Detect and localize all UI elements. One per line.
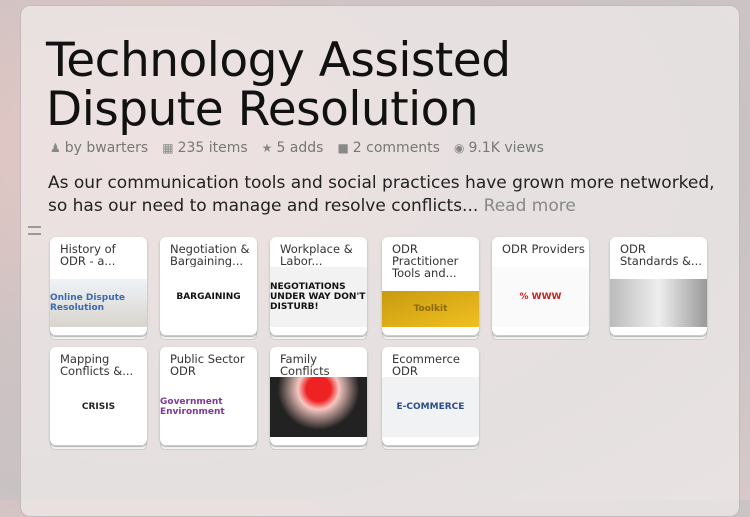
card-label: ODR Practitioner Tools and... [392, 242, 459, 280]
collection-card[interactable]: Mapping Conflicts &... CRISIS [50, 347, 147, 450]
read-more-link[interactable]: Read more [484, 196, 576, 216]
card-face: Family Conflicts [270, 347, 367, 445]
thumbnail-text: NEGOTIATIONS UNDER WAY DON'T DISTURB! [270, 282, 366, 312]
thumbnail-text: Toolkit [413, 304, 448, 314]
card-face: Negotiation & Bargaining... BARGAINING [160, 237, 257, 335]
card-thumbnail: E-COMMERCE [382, 377, 479, 437]
grid-icon: ▦ [162, 141, 174, 155]
collection-card[interactable]: Ecommerce ODR E-COMMERCE [382, 347, 479, 450]
collection-card[interactable]: ODR Providers % WWW [492, 237, 589, 340]
card-face: Ecommerce ODR E-COMMERCE [382, 347, 479, 445]
thumbnail-text: E-COMMERCE [396, 402, 465, 412]
card-label: Family Conflicts [280, 352, 330, 378]
star-icon: ★ [261, 141, 273, 155]
card-thumbnail: BARGAINING [160, 267, 257, 327]
card-face: ODR Standards &... [610, 237, 707, 335]
card-face: Public Sector ODR Government Environment [160, 347, 257, 445]
card-face: History of ODR - a... Online Dispute Res… [50, 237, 147, 335]
collection-card[interactable]: ODR Standards &... [610, 237, 707, 340]
card-face: Mapping Conflicts &... CRISIS [50, 347, 147, 445]
card-thumbnail: Online Dispute Resolution [50, 279, 147, 327]
card-label: ODR Providers [502, 242, 585, 256]
card-thumbnail: Government Environment [160, 377, 257, 437]
collection-meta: ♟ by bwarters ▦ 235 items ★ 5 adds ■ 2 comme… [50, 140, 544, 156]
card-label: Negotiation & Bargaining... [170, 242, 250, 268]
page-title: Technology Assisted Dispute Resolution [46, 36, 511, 134]
title-line-1: Technology Assisted [46, 33, 511, 88]
collection-card[interactable]: ODR Practitioner Tools and... Toolkit [382, 237, 479, 340]
author-link[interactable]: ♟ by bwarters [50, 140, 148, 156]
collection-card[interactable]: Public Sector ODR Government Environment [160, 347, 257, 450]
card-face: ODR Providers % WWW [492, 237, 589, 335]
views-count: ◉ 9.1K views [454, 140, 544, 156]
thumbnail-text: Online Dispute Resolution [50, 293, 126, 313]
card-label: Ecommerce ODR [392, 352, 460, 378]
card-label: Public Sector ODR [170, 352, 245, 378]
collection-card[interactable]: History of ODR - a... Online Dispute Res… [50, 237, 147, 340]
adds-count: ★ 5 adds [262, 140, 324, 156]
description-text: As our communication tools and social pr… [48, 173, 715, 216]
card-label: ODR Standards &... [620, 242, 702, 268]
items-count: ▦ 235 items [162, 140, 247, 156]
thumbnail-text: CRISIS [81, 402, 116, 412]
collection-card[interactable]: Negotiation & Bargaining... BARGAINING [160, 237, 257, 340]
card-face: ODR Practitioner Tools and... Toolkit [382, 237, 479, 335]
card-label: Mapping Conflicts &... [60, 352, 134, 378]
card-thumbnail: Toolkit [382, 291, 479, 327]
views-text: 9.1K views [468, 140, 544, 156]
card-thumbnail [270, 377, 367, 437]
comments-text: 2 comments [352, 140, 440, 156]
author-text: by bwarters [64, 140, 149, 156]
card-thumbnail: % WWW [492, 267, 589, 327]
collection-card[interactable]: Workplace & Labor... NEGOTIATIONS UNDER … [270, 237, 367, 340]
eye-icon: ◉ [453, 141, 465, 155]
thumbnail-text: % WWW [519, 292, 562, 302]
card-label: History of ODR - a... [60, 242, 116, 268]
adds-text: 5 adds [276, 140, 324, 156]
card-thumbnail: NEGOTIATIONS UNDER WAY DON'T DISTURB! [270, 267, 367, 327]
card-face: Workplace & Labor... NEGOTIATIONS UNDER … [270, 237, 367, 335]
card-label: Workplace & Labor... [280, 242, 353, 268]
card-thumbnail: CRISIS [50, 377, 147, 437]
items-text: 235 items [177, 140, 248, 156]
user-icon: ♟ [50, 141, 61, 155]
card-thumbnail [610, 279, 707, 327]
thumbnail-text: BARGAINING [176, 292, 241, 302]
thumbnail-text: Government Environment [160, 397, 225, 417]
collection-card[interactable]: Family Conflicts [270, 347, 367, 450]
comments-link[interactable]: ■ 2 comments [337, 140, 440, 156]
comment-icon: ■ [337, 141, 349, 155]
description: As our communication tools and social pr… [48, 172, 728, 218]
drag-handle-icon[interactable] [28, 226, 41, 235]
title-line-2: Dispute Resolution [46, 82, 479, 137]
